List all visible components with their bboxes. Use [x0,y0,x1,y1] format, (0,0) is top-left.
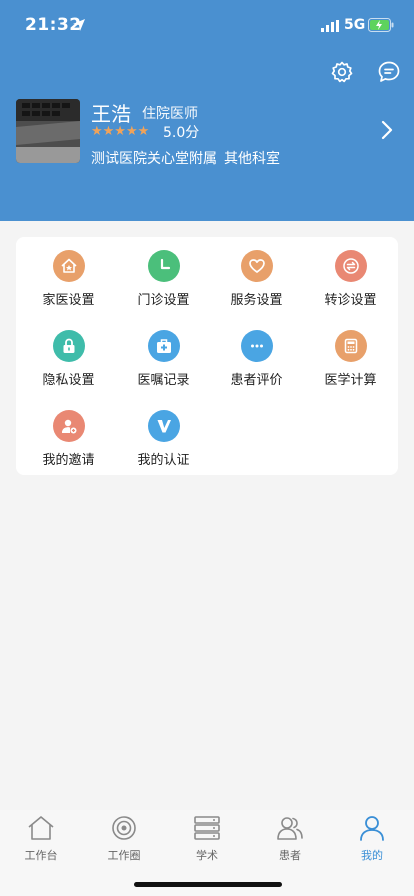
message-bubble-icon[interactable] [377,60,401,84]
doctor-name: 王浩 [91,102,131,126]
avatar[interactable] [16,99,80,163]
tab-label: 患者 [279,849,301,862]
tab-mine[interactable]: 我的 [331,815,413,863]
tab-academic[interactable]: 学术 [166,815,248,863]
grid-item-service-settings[interactable]: 服务设置 [209,237,304,317]
clock-icon [147,250,180,282]
profile-header: 21:32 5G 王浩 住院医师 ★★★★★ 5.0分 测试医院关心堂附属 其他… [0,0,414,221]
verified-v-icon [147,410,180,442]
grid-item-label: 医嘱记录 [137,373,190,388]
status-bar: 21:32 5G [0,0,414,50]
grid-item-label: 我的邀请 [42,453,95,468]
grid-item-label: 家医设置 [42,293,95,308]
profile-summary[interactable]: 王浩 住院医师 ★★★★★ 5.0分 测试医院关心堂附属 其他科室 [0,92,414,172]
tab-label: 我的 [361,849,383,862]
tab-workbench[interactable]: 工作台 [0,815,82,863]
settings-gear-icon[interactable] [330,60,354,84]
grid-item-label: 我的认证 [137,453,190,468]
hospital-name: 测试医院关心堂附属 [91,151,217,167]
tab-label: 学术 [196,849,218,862]
department-name: 其他科室 [224,151,280,167]
network-type: 5G [344,17,366,33]
home-shield-icon [52,250,85,282]
target-icon [112,816,136,840]
grid-item-label: 医学计算 [324,373,377,388]
grid-item-label: 服务设置 [230,293,283,308]
grid-item-label: 转诊设置 [324,293,377,308]
invite-user-icon [52,410,85,442]
transfer-icon [334,250,367,282]
chat-dots-icon [240,330,273,362]
grid-item-referral-settings[interactable]: 转诊设置 [303,237,398,317]
grid-item-family-doctor-settings[interactable]: 家医设置 [21,237,116,317]
home-icon [28,816,54,840]
medkit-icon [147,330,180,362]
tab-work-circle[interactable]: 工作圈 [83,815,165,863]
tab-label: 工作台 [24,849,58,862]
heart-icon [240,250,273,282]
server-icon [194,816,220,840]
location-arrow-icon [73,19,85,31]
lock-icon [52,330,85,362]
function-grid: 家医设置 门诊设置 服务设置 转诊设置 隐私设置 医嘱记录 患者评价 医学计算 … [16,237,398,475]
rating-score: 5.0分 [163,125,200,141]
users-icon [277,817,303,840]
battery-charging-icon [368,18,394,32]
chevron-right-icon [381,120,393,140]
tab-label: 工作圈 [107,849,141,862]
user-icon [360,816,384,841]
grid-item-label: 门诊设置 [137,293,190,308]
grid-item-privacy-settings[interactable]: 隐私设置 [21,317,116,397]
grid-item-medical-calculator[interactable]: 医学计算 [303,317,398,397]
grid-item-my-invitations[interactable]: 我的邀请 [21,397,116,477]
grid-item-medical-orders[interactable]: 医嘱记录 [116,317,211,397]
tab-patients[interactable]: 患者 [249,815,331,863]
doctor-title: 住院医师 [142,106,198,122]
home-indicator[interactable] [134,882,282,887]
grid-item-label: 隐私设置 [42,373,95,388]
grid-item-label: 患者评价 [230,373,283,388]
grid-item-my-certification[interactable]: 我的认证 [116,397,211,477]
signal-icon [321,20,339,32]
grid-item-clinic-settings[interactable]: 门诊设置 [116,237,211,317]
calculator-icon [334,330,367,362]
grid-item-patient-reviews[interactable]: 患者评价 [209,317,304,397]
rating-stars: ★★★★★ [91,124,150,139]
